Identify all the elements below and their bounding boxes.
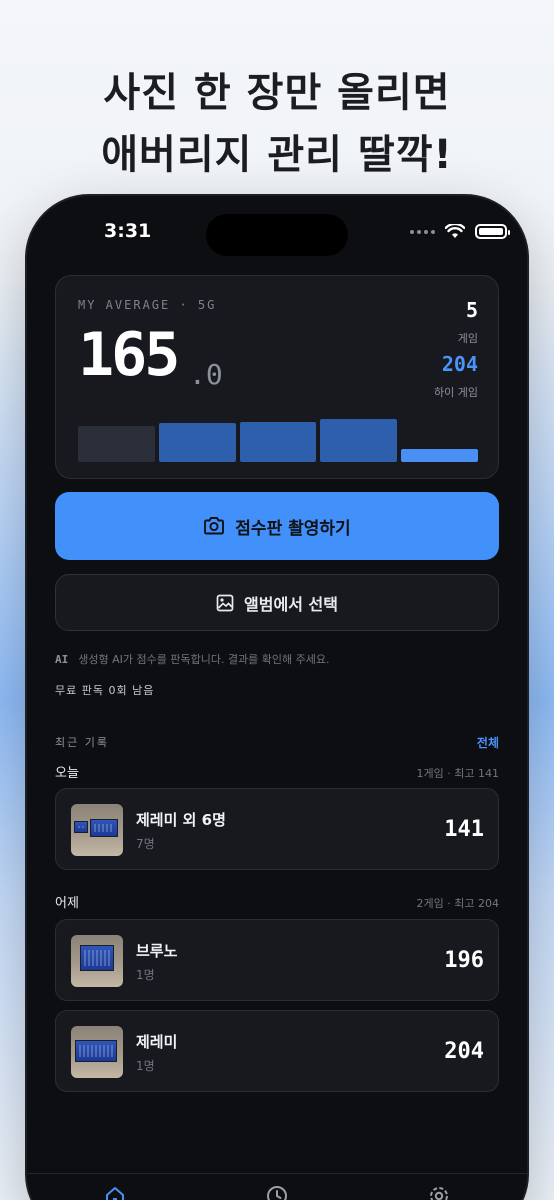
image-icon bbox=[216, 594, 234, 611]
headline-line-1: 사진 한 장만 올리면 bbox=[103, 70, 451, 116]
high-game-value: 204 bbox=[441, 352, 478, 376]
day-summary: 1게임 · 최고 141 bbox=[416, 767, 499, 780]
game-players: 제레미 외 6명 bbox=[136, 811, 226, 829]
camera-icon bbox=[204, 517, 225, 535]
recent-header: 최근 기록 전체 bbox=[55, 734, 499, 751]
player-count: 1명 bbox=[136, 1059, 155, 1073]
game-players: 브루노 bbox=[136, 942, 178, 960]
ai-disclaimer-text: 생성형 AI가 점수를 판독합니다. 결과를 확인해 주세요. bbox=[78, 653, 330, 666]
marketing-headline: 사진 한 장만 올리면 애버리지 관리 딸깍! bbox=[0, 62, 554, 186]
score-bar bbox=[239, 422, 317, 462]
average-value: 165 bbox=[78, 320, 180, 390]
game-row[interactable]: 제레미 1명 204 bbox=[55, 1010, 499, 1092]
game-score: 196 bbox=[444, 948, 484, 973]
wifi-icon bbox=[445, 224, 465, 238]
home-icon[interactable] bbox=[103, 1184, 127, 1200]
recent-title: 최근 기록 bbox=[55, 736, 109, 749]
day-label: 오늘 bbox=[55, 766, 79, 781]
player-count: 7명 bbox=[136, 837, 155, 851]
status-icons bbox=[410, 224, 510, 239]
ai-disclaimer: AI 생성형 AI가 점수를 판독합니다. 결과를 확인해 주세요. bbox=[55, 651, 330, 667]
gear-icon[interactable] bbox=[427, 1184, 451, 1200]
player-count: 1명 bbox=[136, 968, 155, 982]
game-players: 제레미 bbox=[136, 1033, 178, 1051]
average-label: MY AVERAGE · 5G bbox=[78, 298, 217, 312]
score-bar bbox=[401, 449, 478, 462]
clock-icon[interactable] bbox=[265, 1184, 289, 1200]
scan-scoreboard-button[interactable]: 점수판 촬영하기 bbox=[55, 492, 499, 560]
pick-from-album-label: 앨범에서 선택 bbox=[244, 594, 338, 614]
average-card: MY AVERAGE · 5G 165 .0 5 게임 204 하이 게임 bbox=[55, 275, 499, 479]
day-label: 어제 bbox=[55, 896, 79, 911]
scoreboard-thumbnail bbox=[71, 935, 123, 987]
dynamic-island bbox=[206, 214, 348, 256]
battery-icon bbox=[475, 224, 510, 239]
game-row[interactable]: 제레미 외 6명 7명 141 bbox=[55, 788, 499, 870]
average-decimal: .0 bbox=[189, 358, 223, 391]
day-header-today: 오늘 1게임 · 최고 141 bbox=[55, 762, 499, 781]
games-stat: 5 게임 bbox=[458, 298, 478, 346]
headline-line-2: 애버리지 관리 딸깍! bbox=[101, 132, 453, 178]
status-time: 3:31 bbox=[104, 220, 152, 242]
pick-from-album-button[interactable]: 앨범에서 선택 bbox=[55, 574, 499, 631]
games-label: 게임 bbox=[457, 332, 478, 345]
ai-tag: AI bbox=[55, 653, 69, 666]
high-game-stat: 204 하이 게임 bbox=[434, 352, 478, 400]
signal-icon bbox=[410, 229, 435, 234]
games-count: 5 bbox=[465, 298, 478, 322]
high-game-label: 하이 게임 bbox=[434, 386, 478, 399]
free-reads-remaining: 무료 판독 0회 남음 bbox=[55, 684, 155, 697]
game-score: 204 bbox=[444, 1039, 484, 1064]
day-summary: 2게임 · 최고 204 bbox=[416, 897, 499, 910]
tab-bar bbox=[27, 1173, 527, 1200]
game-row[interactable]: 브루노 1명 196 bbox=[55, 919, 499, 1001]
phone-frame: 3:31 MY AVERAGE · 5G 165 .0 5 게임 204 하이 … bbox=[27, 196, 527, 1200]
scoreboard-thumbnail bbox=[71, 804, 123, 856]
score-bar bbox=[320, 418, 398, 462]
scan-scoreboard-label: 점수판 촬영하기 bbox=[235, 518, 351, 539]
game-score: 141 bbox=[444, 817, 484, 842]
score-bar bbox=[78, 426, 155, 462]
see-all-link[interactable]: 전체 bbox=[477, 734, 499, 751]
day-header-yesterday: 어제 2게임 · 최고 204 bbox=[55, 892, 499, 911]
score-bar bbox=[158, 423, 236, 462]
score-bars bbox=[78, 412, 478, 462]
scoreboard-thumbnail bbox=[71, 1026, 123, 1078]
